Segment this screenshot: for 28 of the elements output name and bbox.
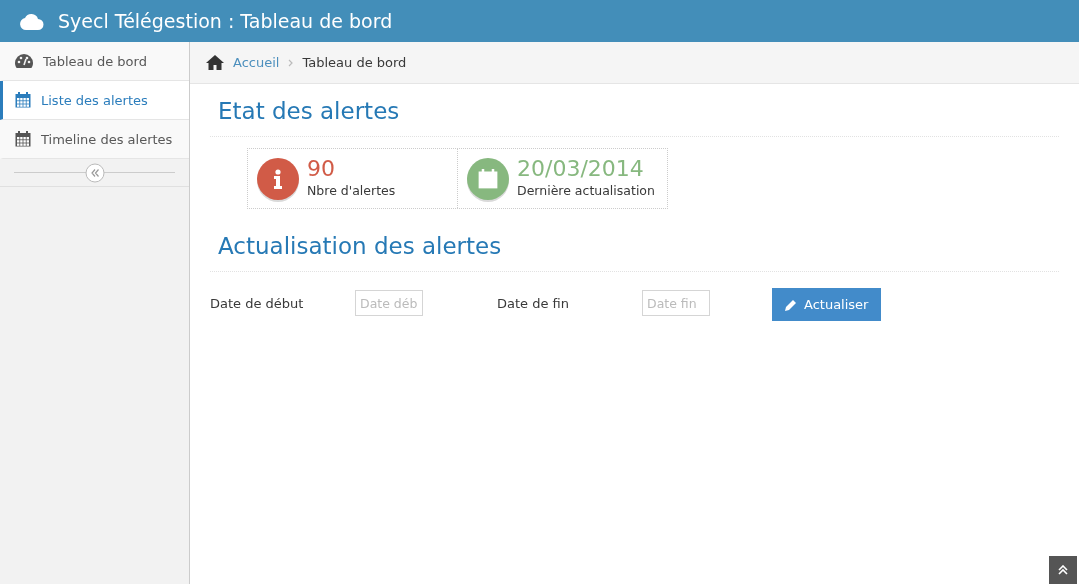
home-icon — [206, 55, 224, 70]
section-title: Etat des alertes — [210, 84, 1059, 137]
scroll-top-button[interactable] — [1049, 556, 1077, 584]
field-label: Date de fin — [497, 295, 570, 311]
breadcrumb-current: Tableau de bord — [302, 55, 407, 70]
chevron-right-icon — [288, 58, 294, 67]
pencil-icon — [785, 298, 797, 311]
calendar-icon — [15, 131, 31, 147]
stat-value: 90 — [307, 155, 336, 183]
double-chevron-up-icon — [1058, 565, 1068, 575]
field-label: Date de début — [210, 295, 305, 311]
info-icon — [274, 169, 282, 189]
refresh-button[interactable]: Actualiser — [772, 288, 882, 321]
sidebar-item[interactable]: Timeline des alertes — [0, 120, 189, 159]
stat-value: 20/03/2014 — [517, 155, 645, 183]
calendar-icon — [478, 169, 498, 189]
sidebar-item[interactable]: Tableau de bord — [0, 42, 189, 81]
cloud-icon — [20, 12, 44, 30]
app-title: Syecl Télégestion : Tableau de bord — [58, 10, 393, 32]
date-field[interactable]: Date déb — [355, 290, 423, 316]
breadcrumb-link[interactable]: Accueil — [233, 55, 280, 70]
stat-label: Nbre d'alertes — [307, 183, 396, 198]
calendar-icon — [15, 92, 31, 108]
date-field[interactable]: Date fin — [642, 290, 710, 316]
section-title: Actualisation des alertes — [210, 209, 1059, 272]
sidebar-item[interactable]: Liste des alertes — [0, 81, 189, 120]
stat-label: Dernière actualisation — [517, 183, 655, 198]
gauge-icon — [15, 54, 33, 68]
